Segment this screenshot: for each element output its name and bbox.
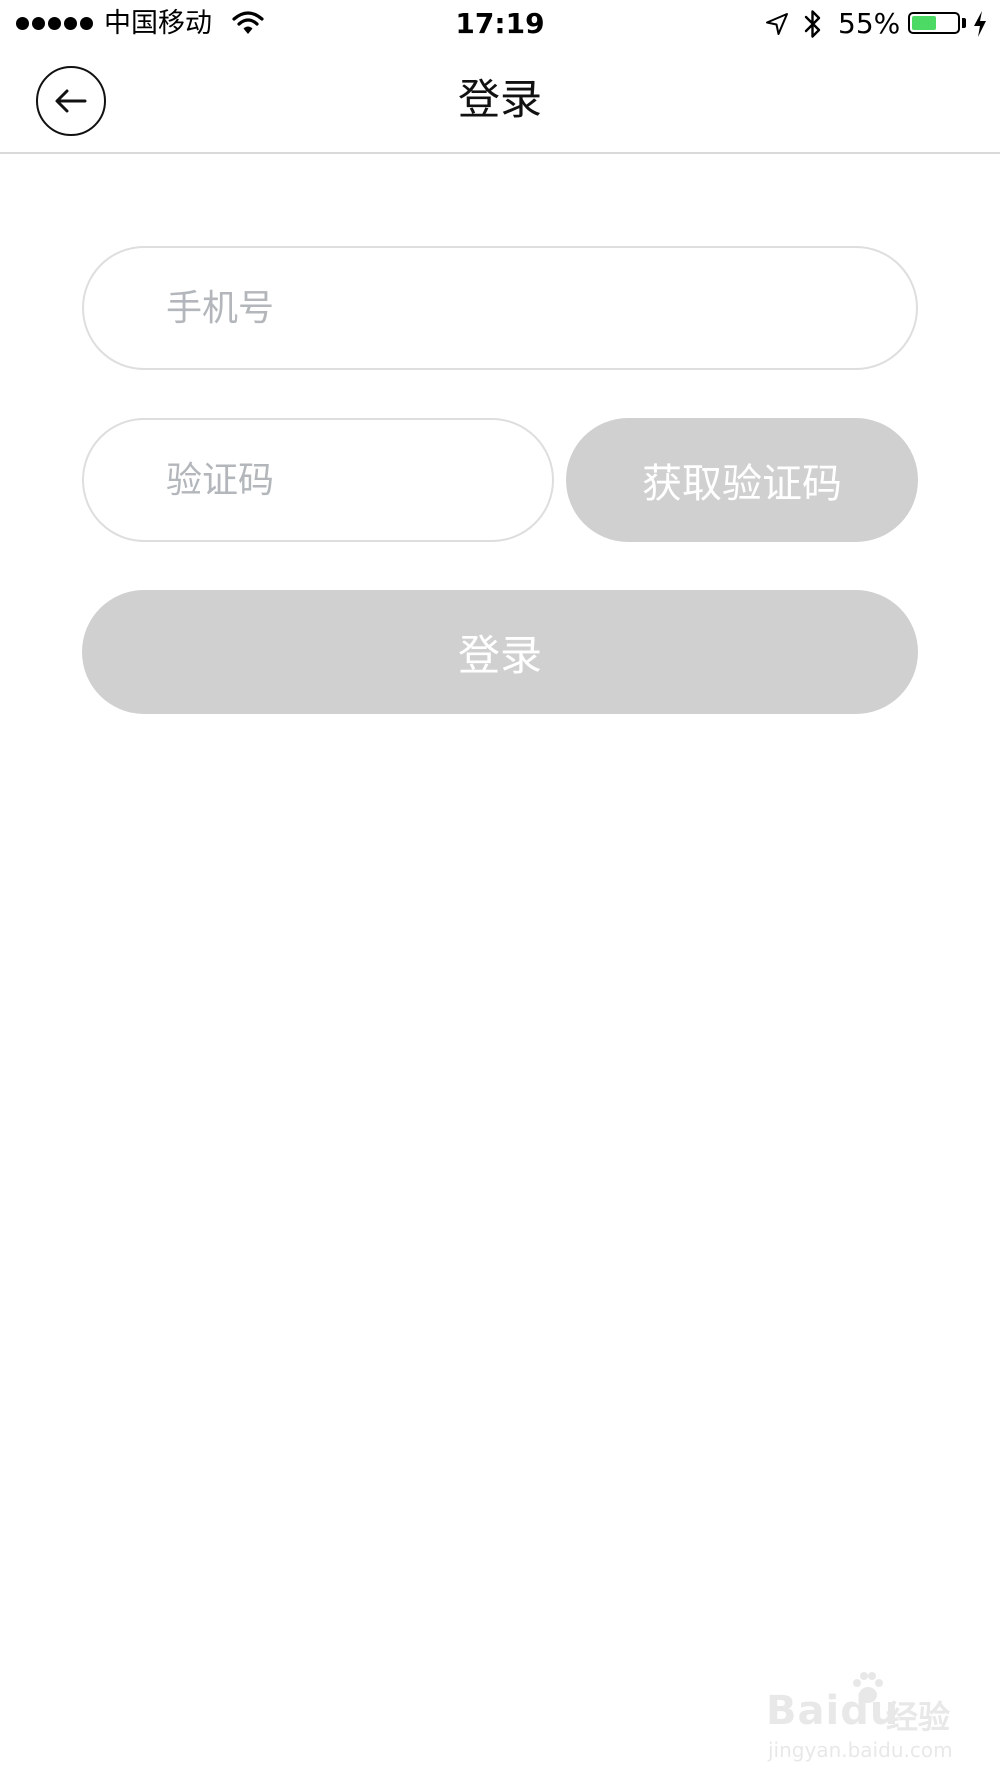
nav-bar: 登录 — [0, 50, 1000, 154]
battery-icon — [908, 12, 960, 34]
verification-code-input[interactable] — [82, 418, 554, 542]
watermark-brand-cn: 经验 — [886, 1698, 951, 1736]
login-button[interactable]: 登录 — [82, 590, 918, 714]
status-bar: 中国移动 17:19 55% — [0, 0, 1000, 50]
charging-bolt-icon — [974, 11, 986, 37]
page-title: 登录 — [457, 75, 542, 124]
location-arrow-icon — [766, 13, 788, 35]
battery-percentage: 55% — [838, 7, 901, 40]
paw-icon — [853, 1672, 883, 1703]
battery-cap — [962, 18, 966, 28]
login-screen: 中国移动 17:19 55% 登录 获取验证码 — [0, 0, 1000, 1778]
battery-level-fill — [912, 16, 937, 30]
phone-number-input[interactable] — [82, 246, 918, 370]
get-verification-code-button[interactable]: 获取验证码 — [566, 418, 918, 542]
watermark-url: jingyan.baidu.com — [768, 1738, 953, 1762]
bluetooth-icon — [804, 10, 821, 38]
baidu-jingyan-watermark: Baidu 经验 jingyan.baidu.com — [766, 1668, 966, 1762]
